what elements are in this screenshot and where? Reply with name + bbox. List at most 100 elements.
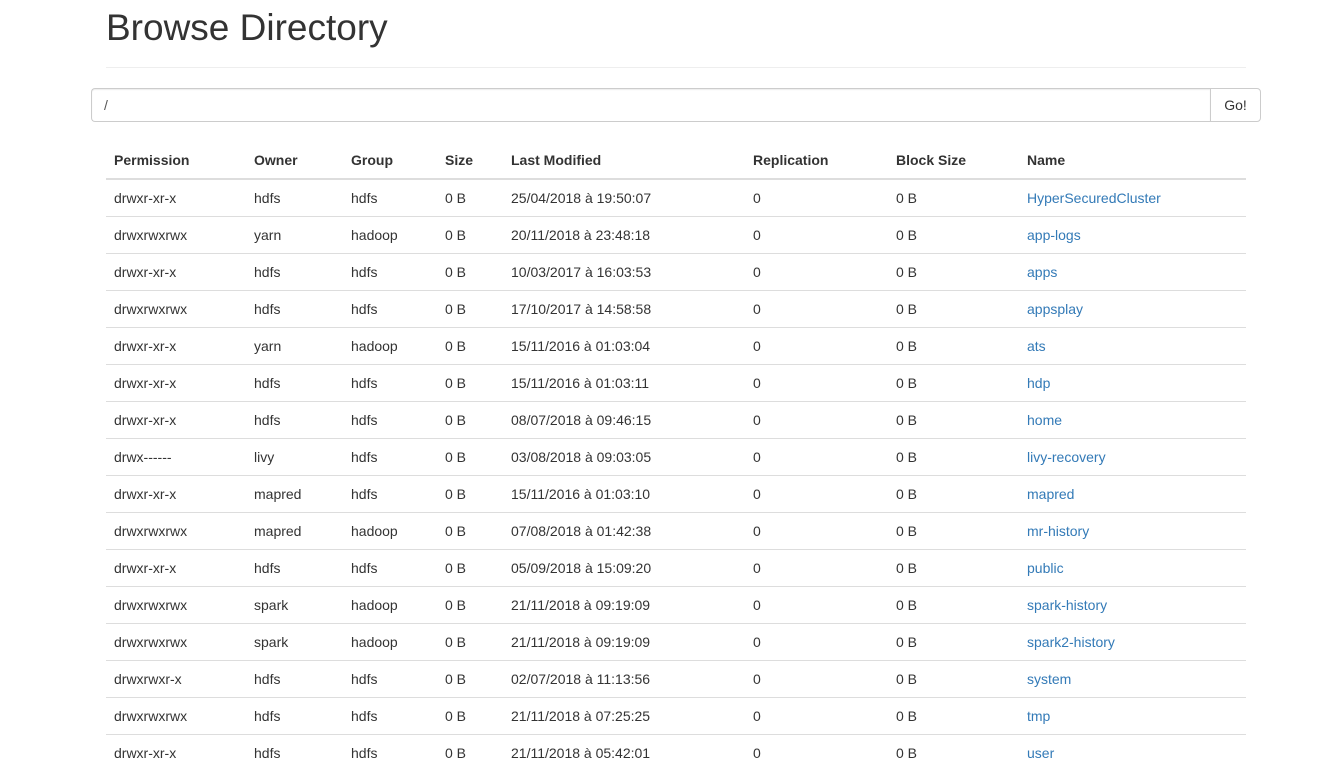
directory-name-link[interactable]: spark-history [1027,597,1107,613]
cell-owner: hdfs [246,289,343,327]
cell-block-size: 0 B [888,585,1019,623]
cell-name: ats [1019,326,1246,364]
table-row: drwxr-xr-x hdfs hdfs 0 B 05/09/2018 à 15:09:… [106,548,1246,586]
column-header-name[interactable]: Name [1019,141,1246,180]
directory-name-link[interactable]: mapred [1027,486,1074,502]
cell-last-modified: 07/08/2018 à 01:42:38 [503,511,745,549]
column-header-permission[interactable]: Permission [106,141,246,180]
cell-last-modified: 21/11/2018 à 09:19:09 [503,585,745,623]
cell-last-modified: 25/04/2018 à 19:50:07 [511,189,652,206]
cell-owner: hdfs [246,659,343,697]
cell-name: HyperSecuredCluster [1019,179,1246,216]
directory-name-link[interactable]: tmp [1027,708,1050,724]
cell-name: apps [1019,252,1246,290]
cell-group: hdfs [343,400,437,438]
cell-size: 0 B [437,659,503,697]
table-row: drwxr-xr-x mapred hdfs 0 B 15/11/2016 à 01:0… [106,474,1246,512]
column-header-group[interactable]: Group [343,141,437,180]
cell-group: hadoop [343,326,437,364]
directory-name-link[interactable]: HyperSecuredCluster [1027,190,1161,206]
cell-block-size: 0 B [888,363,1019,401]
cell-last-modified: 21/11/2018 à 09:19:09 [503,622,745,660]
cell-owner: mapred [246,511,343,549]
cell-size: 0 B [437,289,503,327]
cell-replication: 0 [745,696,888,734]
cell-size: 0 B [437,400,503,438]
cell-size: 0 B [437,622,503,660]
directory-name-link[interactable]: appsplay [1027,301,1083,317]
cell-last-modified: 21/11/2018 à 07:25:25 [503,696,745,734]
cell-replication: 0 [745,400,888,438]
cell-replication: 0 [745,585,888,623]
table-row: drwxr-xr-x hdfs hdfs 0 B 25/04/2018 à 19:50:… [106,179,1246,216]
cell-last-modified: 20/11/2018 à 23:48:18 [503,215,745,253]
cell-permission: drwxr-xr-x [106,733,246,771]
cell-replication: 0 [745,474,888,512]
cell-block-size: 0 B [888,548,1019,586]
cell-last-modified: 15/11/2016 à 01:03:10 [503,474,745,512]
cell-group: hdfs [343,363,437,401]
page-title: Browse Directory [106,7,388,48]
directory-name-link[interactable]: system [1027,671,1071,687]
directory-name-link[interactable]: hdp [1027,375,1050,391]
cell-permission: drwxr-xr-x [106,326,246,364]
cell-group: hadoop [343,215,437,253]
cell-block-size: 0 B [888,326,1019,364]
go-button[interactable]: Go! [1210,88,1261,122]
cell-name: spark-history [1019,585,1246,623]
table-row: drwxr-xr-x hdfs hdfs 0 B 15/11/2016 à 01:03:… [106,363,1246,401]
table-row: drwxrwxrwx hdfs hdfs 0 B 21/11/2018 à 07:25:… [106,696,1246,734]
cell-size: 0 B [437,548,503,586]
cell-permission: drwxr-xr-x [114,189,177,206]
directory-table: Permission Owner Group Size Last Modifie… [106,141,1246,771]
column-header-replication[interactable]: Replication [745,141,888,180]
table-row: drwxrwxrwx spark hadoop 0 B 21/11/2018 à 09:… [106,585,1246,623]
cell-permission: drwxrwxrwx [106,585,246,623]
directory-name-link[interactable]: app-logs [1027,227,1081,243]
cell-size: 0 B [437,252,503,290]
cell-size: 0 B [445,189,467,206]
cell-name: user [1019,733,1246,771]
cell-block-size: 0 B [888,511,1019,549]
directory-name-link[interactable]: home [1027,412,1062,428]
cell-group: hdfs [343,289,437,327]
column-header-owner[interactable]: Owner [246,141,343,180]
cell-permission: drwxrwxrwx [106,215,246,253]
path-input[interactable] [91,88,1210,122]
table-row: drwxr-xr-x hdfs hdfs 0 B 10/03/2017 à 16:03:… [106,252,1246,290]
cell-owner: yarn [246,326,343,364]
directory-name-link[interactable]: ats [1027,338,1046,354]
cell-owner: hdfs [246,548,343,586]
column-header-block-size[interactable]: Block Size [888,141,1019,180]
cell-block-size: 0 B [888,474,1019,512]
cell-owner: yarn [246,215,343,253]
directory-name-link[interactable]: spark2-history [1027,634,1115,650]
cell-group: hdfs [343,659,437,697]
cell-group: hdfs [343,252,437,290]
cell-permission: drwxrwxr-x [106,659,246,697]
cell-owner: hdfs [246,363,343,401]
table-body: drwxr-xr-x hdfs hdfs 0 B 25/04/2018 à 19:50:… [106,179,1246,771]
table-row: drwxrwxrwx hdfs hdfs 0 B 17/10/2017 à 14:58:… [106,289,1246,327]
cell-group: hadoop [343,622,437,660]
column-header-last-modified[interactable]: Last Modified [503,141,745,180]
directory-name-link[interactable]: livy-recovery [1027,449,1106,465]
cell-name: hdp [1019,363,1246,401]
cell-owner: hdfs [254,189,281,206]
cell-permission: drwxr-xr-x [106,363,246,401]
directory-name-link[interactable]: mr-history [1027,523,1089,539]
cell-group: hdfs [343,733,437,771]
cell-permission: drwxr-xr-x [106,548,246,586]
cell-replication: 0 [745,437,888,475]
table-row: drwxrwxrwx yarn hadoop 0 B 20/11/2018 à 23:4… [106,215,1246,253]
cell-replication: 0 [745,289,888,327]
column-header-size[interactable]: Size [437,141,503,180]
directory-name-link[interactable]: apps [1027,264,1057,280]
directory-name-link[interactable]: user [1027,745,1054,761]
cell-name: system [1019,659,1246,697]
cell-replication: 0 [745,363,888,401]
cell-group: hdfs [343,437,437,475]
directory-name-link[interactable]: public [1027,560,1064,576]
cell-size: 0 B [437,585,503,623]
cell-block-size: 0 B [888,733,1019,771]
